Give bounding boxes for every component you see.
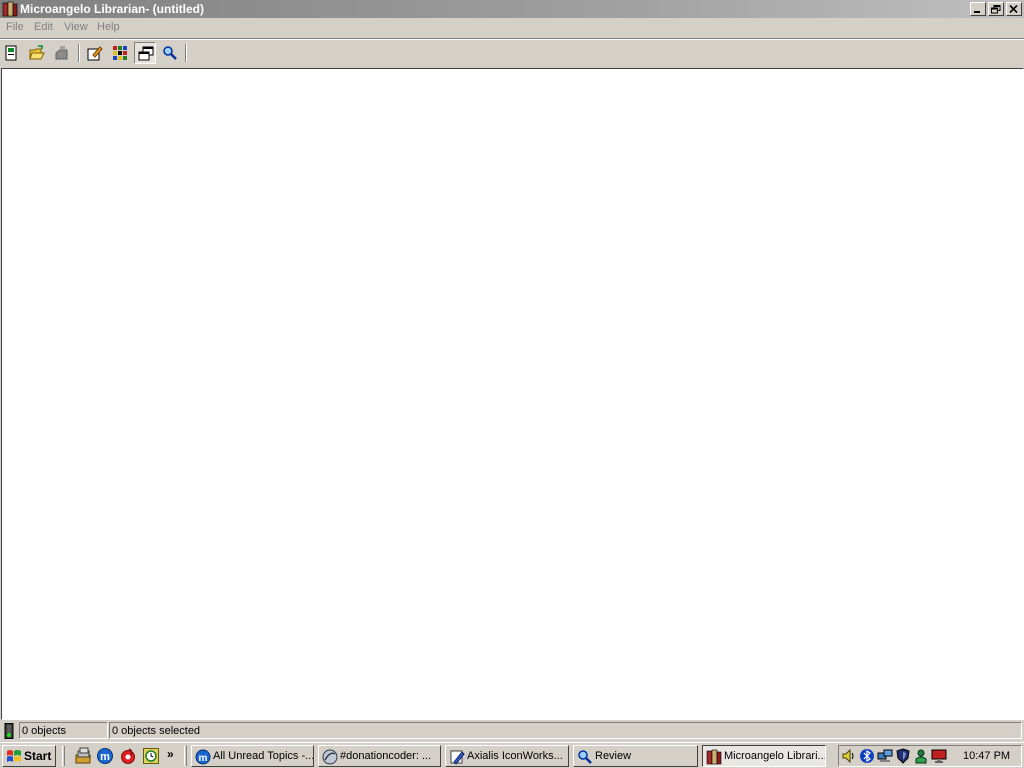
edit-icon <box>87 46 103 61</box>
start-label: Start <box>24 749 52 763</box>
close-button[interactable] <box>1006 2 1022 16</box>
quicklaunch-grip[interactable] <box>62 746 65 766</box>
menu-file[interactable]: File <box>6 21 24 33</box>
svg-text:m: m <box>100 751 110 763</box>
menu-view[interactable]: View <box>64 21 88 33</box>
task-review[interactable]: Review <box>573 745 698 767</box>
title-bar[interactable]: Microangelo Librarian- (untitled) <box>0 0 1024 18</box>
task-label: #donationcoder: ... <box>340 750 432 762</box>
windows-logo-icon <box>7 750 21 762</box>
minimize-icon <box>974 11 980 13</box>
restore-button[interactable] <box>988 2 1004 16</box>
task-label: All Unread Topics -... <box>213 750 314 762</box>
status-selection-count: 0 objects selected <box>109 722 1022 739</box>
task-donationcoder[interactable]: #donationcoder: ... <box>318 745 441 767</box>
new-button[interactable] <box>1 42 23 64</box>
traffic-light-icon <box>3 723 15 742</box>
volume-icon[interactable] <box>841 748 857 764</box>
library-workspace[interactable] <box>1 68 1024 720</box>
magnifier-icon <box>163 46 177 60</box>
clock-app-icon[interactable] <box>142 747 160 765</box>
restore-icon <box>991 5 1001 14</box>
save-button[interactable] <box>51 42 73 64</box>
system-tray: 10:47 PM <box>838 745 1022 767</box>
open-folder-icon <box>29 45 45 60</box>
user-icon[interactable] <box>913 748 929 764</box>
svg-text:m: m <box>199 753 208 764</box>
messenger-m-icon[interactable]: m <box>96 747 114 765</box>
messenger-m-icon: m <box>195 749 211 765</box>
save-icon <box>55 46 68 60</box>
book-icon <box>706 749 722 765</box>
network-icon[interactable] <box>877 748 893 764</box>
edit-button[interactable] <box>84 42 106 64</box>
red-app-icon[interactable] <box>119 747 137 765</box>
status-object-count: 0 objects <box>19 722 108 739</box>
toolbar-separator <box>78 44 80 62</box>
shield-icon[interactable] <box>895 748 911 764</box>
quicklaunch-chevron[interactable]: » <box>167 747 174 761</box>
open-button[interactable] <box>26 42 48 64</box>
pencil-icon <box>450 750 465 765</box>
tasks-grip[interactable] <box>184 746 187 766</box>
windows-icon <box>138 46 154 61</box>
toolbar-separator <box>185 44 187 62</box>
windows-button[interactable] <box>134 42 156 64</box>
status-bar: 0 objects 0 objects selected <box>0 721 1024 740</box>
folder-stack-icon[interactable] <box>74 747 92 765</box>
irc-globe-icon <box>322 749 338 765</box>
start-button[interactable]: Start <box>2 745 56 767</box>
toolbar <box>0 40 1024 67</box>
minimize-button[interactable] <box>970 2 986 16</box>
task-label: Microangelo Librari... <box>724 750 826 762</box>
clock[interactable]: 10:47 PM <box>963 750 1010 762</box>
task-axialis-iconworks[interactable]: Axialis IconWorks... <box>445 745 569 767</box>
window-title: Microangelo Librarian- (untitled) <box>20 2 205 16</box>
menu-edit[interactable]: Edit <box>34 21 53 33</box>
close-icon <box>1009 5 1018 14</box>
menu-bar: File Edit View Help <box>0 18 1024 38</box>
task-label: Axialis IconWorks... <box>467 750 563 762</box>
monitor-icon[interactable] <box>931 748 947 764</box>
book-icon[interactable] <box>2 1 18 17</box>
menu-help[interactable]: Help <box>97 21 120 33</box>
taskbar: Start m » m All Unread Topics -... #dona… <box>0 742 1024 768</box>
task-label: Review <box>595 750 632 762</box>
grid-icon <box>113 46 127 60</box>
task-microangelo-librarian[interactable]: Microangelo Librari... <box>702 745 826 767</box>
task-all-unread-topics[interactable]: m All Unread Topics -... <box>191 745 314 767</box>
find-button[interactable] <box>159 42 181 64</box>
bluetooth-icon[interactable] <box>859 748 875 764</box>
new-icon <box>5 45 17 61</box>
grid-button[interactable] <box>109 42 131 64</box>
magnifier-icon <box>578 750 592 764</box>
